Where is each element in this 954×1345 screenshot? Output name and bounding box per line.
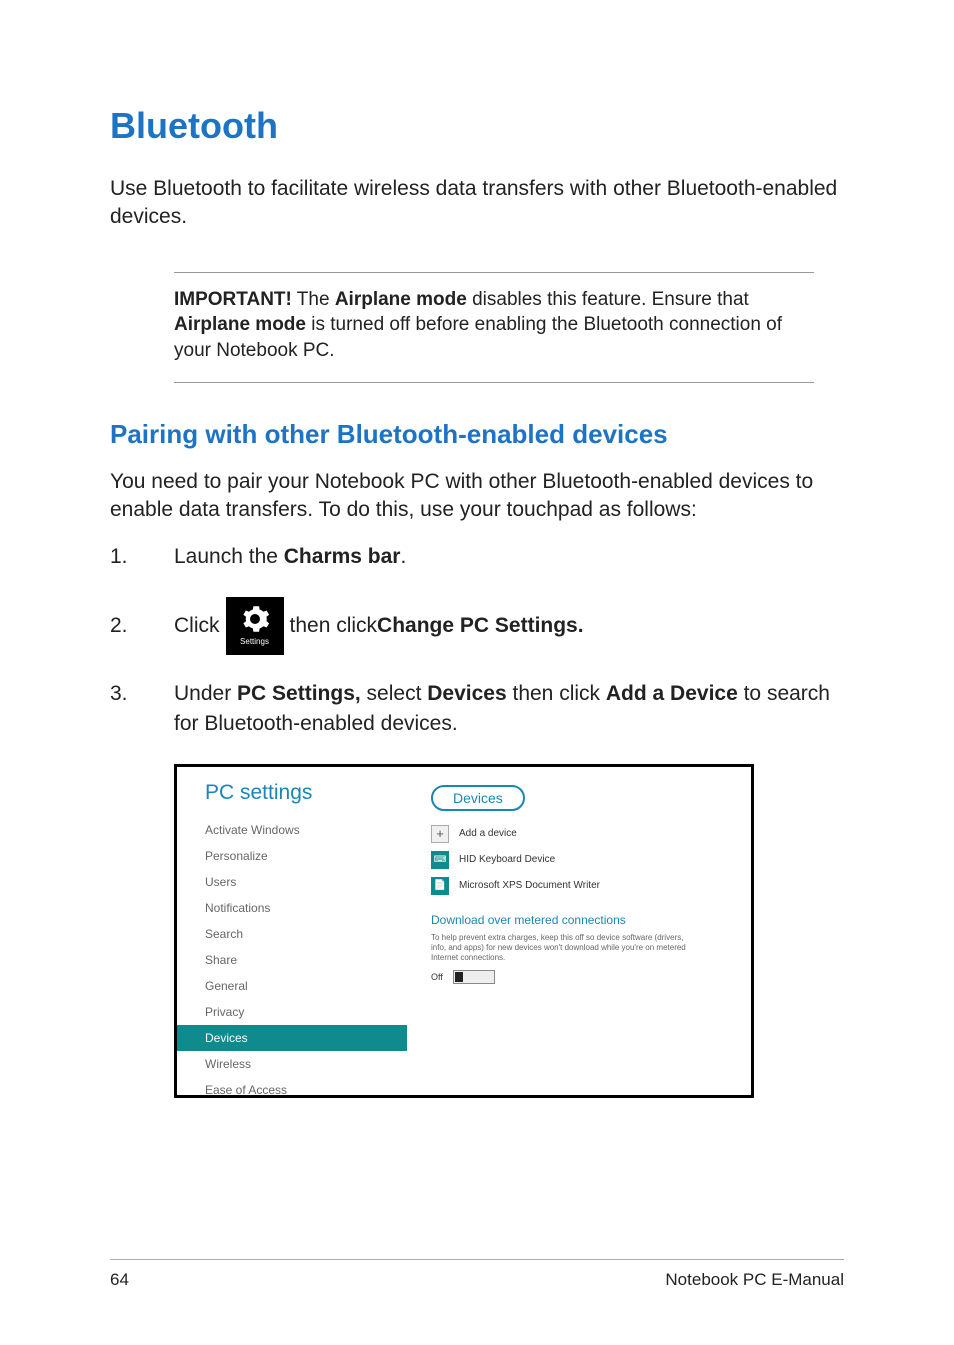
pairing-intro: You need to pair your Notebook PC with o… — [110, 468, 844, 525]
step-1-number: 1. — [110, 542, 174, 572]
keyboard-icon: ⌨ — [431, 851, 449, 869]
manual-page: Bluetooth Use Bluetooth to facilitate wi… — [0, 0, 954, 1345]
heading-bluetooth: Bluetooth — [110, 105, 844, 147]
sidebar-item-wireless[interactable]: Wireless — [177, 1051, 407, 1077]
page-number: 64 — [110, 1270, 129, 1290]
page-footer: 64 Notebook PC E-Manual — [110, 1259, 844, 1290]
sidebar-item-privacy[interactable]: Privacy — [177, 999, 407, 1025]
toggle-off-label: Off — [431, 972, 443, 982]
sidebar-item-share[interactable]: Share — [177, 947, 407, 973]
step-1-b: Charms bar — [284, 545, 401, 568]
sidebar-item-ease-of-access[interactable]: Ease of Access — [177, 1077, 407, 1098]
pc-settings-sidebar: PC settings Activate Windows Personalize… — [177, 767, 407, 1095]
add-device-label: Add a device — [459, 828, 517, 839]
sidebar-item-personalize[interactable]: Personalize — [177, 843, 407, 869]
step-3-text: Under PC Settings, select Devices then c… — [174, 679, 844, 740]
sidebar-item-search[interactable]: Search — [177, 921, 407, 947]
sidebar-item-devices[interactable]: Devices — [177, 1025, 407, 1051]
metered-toggle[interactable] — [453, 970, 495, 984]
note-airplane-1: Airplane mode — [335, 289, 467, 310]
add-device-row[interactable]: + Add a device — [431, 825, 731, 843]
device-row-hid[interactable]: ⌨ HID Keyboard Device — [431, 851, 731, 869]
step-3-a: Under — [174, 682, 237, 705]
intro-paragraph: Use Bluetooth to facilitate wireless dat… — [110, 175, 844, 232]
step-2-c: Change PC Settings. — [377, 611, 584, 641]
metered-toggle-row: Off — [431, 970, 731, 984]
important-note: IMPORTANT! The Airplane mode disables th… — [174, 272, 814, 383]
step-3-number: 3. — [110, 679, 174, 709]
sidebar-item-users[interactable]: Users — [177, 869, 407, 895]
sidebar-item-activate-windows[interactable]: Activate Windows — [177, 817, 407, 843]
devices-header-pill: Devices — [431, 785, 525, 811]
step-2-number: 2. — [110, 611, 174, 641]
toggle-thumb — [455, 972, 463, 982]
step-1: 1. Launch the Charms bar. — [110, 542, 844, 572]
step-1-a: Launch the — [174, 545, 284, 568]
metered-heading: Download over metered connections — [431, 913, 731, 927]
note-prefix: IMPORTANT! — [174, 289, 292, 310]
pc-settings-title: PC settings — [177, 781, 407, 805]
sidebar-item-general[interactable]: General — [177, 973, 407, 999]
step-2-b: then click — [290, 611, 378, 641]
step-3-f: Add a Device — [606, 682, 738, 705]
metered-description: To help prevent extra charges, keep this… — [431, 933, 691, 964]
gear-icon — [240, 604, 270, 634]
step-3-c: select — [361, 682, 428, 705]
settings-charm-icon: Settings — [226, 597, 284, 655]
step-2: 2. Click Settings then click Change PC S… — [110, 597, 844, 655]
step-3: 3. Under PC Settings, select Devices the… — [110, 679, 844, 740]
device-row-xps[interactable]: 📄 Microsoft XPS Document Writer — [431, 877, 731, 895]
note-airplane-2: Airplane mode — [174, 314, 306, 335]
note-text-2: disables this feature. Ensure that — [467, 289, 749, 310]
device-hid-label: HID Keyboard Device — [459, 854, 555, 865]
step-3-b: PC Settings, — [237, 682, 361, 705]
sidebar-item-notifications[interactable]: Notifications — [177, 895, 407, 921]
pc-settings-content: Devices + Add a device ⌨ HID Keyboard De… — [407, 767, 751, 1095]
plus-icon: + — [431, 825, 449, 843]
heading-pairing: Pairing with other Bluetooth-enabled dev… — [110, 419, 844, 450]
book-title: Notebook PC E-Manual — [665, 1270, 844, 1290]
step-2-text: Click Settings then click Change PC Sett… — [174, 597, 844, 655]
step-1-text: Launch the Charms bar. — [174, 542, 844, 572]
step-1-c: . — [400, 545, 406, 568]
device-xps-label: Microsoft XPS Document Writer — [459, 880, 600, 891]
note-text-1: The — [292, 289, 335, 310]
step-3-e: then click — [507, 682, 606, 705]
document-icon: 📄 — [431, 877, 449, 895]
step-3-d: Devices — [427, 682, 506, 705]
settings-charm-label: Settings — [240, 636, 269, 648]
pc-settings-screenshot: PC settings Activate Windows Personalize… — [174, 764, 754, 1098]
step-2-a: Click — [174, 611, 220, 641]
